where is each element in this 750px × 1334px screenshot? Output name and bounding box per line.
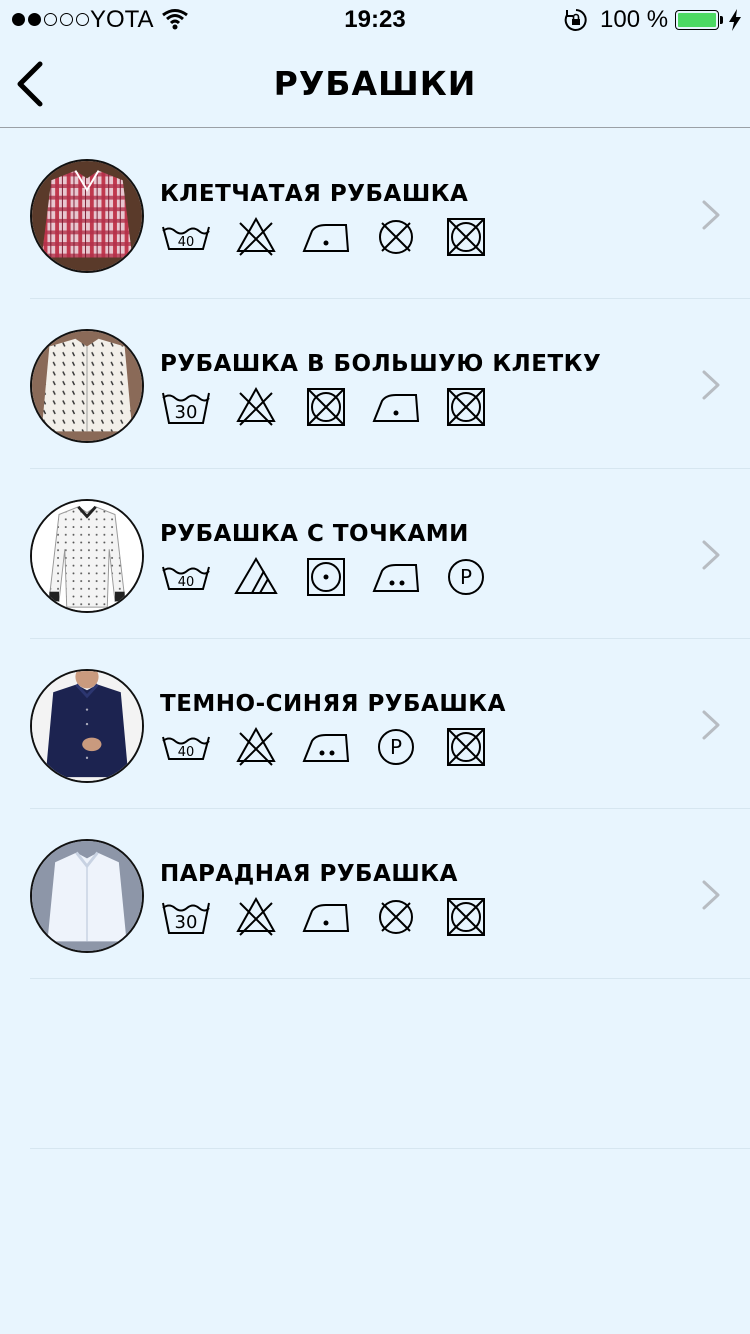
svg-text:30: 30 — [175, 912, 198, 933]
chevron-right-icon[interactable] — [700, 199, 722, 231]
do-not-bleach-icon — [236, 216, 276, 256]
battery-icon — [675, 10, 719, 30]
care-icons: 40 P — [160, 555, 492, 597]
rotation-lock-icon — [564, 9, 587, 31]
list-item[interactable]: КЛЕТЧАТАЯ РУБАШКА 40 — [0, 129, 750, 299]
navy-shirt-photo — [30, 669, 144, 783]
chevron-right-icon[interactable] — [700, 539, 722, 571]
dry-clean-p-icon: P — [378, 729, 414, 765]
item-title: ТЕМНО-СИНЯЯ РУБАШКА — [160, 691, 506, 717]
wash-30-icon: 30 — [162, 392, 210, 424]
list-item[interactable]: РУБАШКА С ТОЧКАМИ 40 P — [0, 469, 750, 639]
do-not-bleach-icon — [236, 896, 276, 936]
iron-medium-icon — [302, 734, 350, 762]
status-bar: YOTA 19:23 100 % — [0, 0, 750, 40]
chevron-right-icon[interactable] — [700, 879, 722, 911]
do-not-tumble-dry-icon — [447, 218, 485, 256]
do-not-tumble-dry-icon — [447, 898, 485, 936]
item-title: РУБАШКА С ТОЧКАМИ — [160, 521, 469, 547]
care-icons: 30 — [160, 895, 492, 937]
white-patterned-shirt-photo — [30, 329, 144, 443]
svg-text:30: 30 — [175, 402, 198, 423]
page-title: РУБАШКИ — [273, 64, 477, 103]
plaid-shirt-photo — [30, 159, 144, 273]
do-not-tumble-dry-icon — [447, 728, 485, 766]
white-dress-shirt-photo — [30, 839, 144, 953]
do-not-tumble-dry-icon — [447, 388, 485, 426]
shirt-list: КЛЕТЧАТАЯ РУБАШКА 40 РУБАШКА В БОЛЬШУЮ К… — [0, 129, 750, 1149]
wash-40-icon: 40 — [162, 736, 210, 760]
svg-text:P: P — [460, 565, 472, 589]
do-not-dry-clean-icon — [379, 900, 413, 934]
iron-low-icon — [302, 224, 350, 252]
chevron-right-icon[interactable] — [700, 369, 722, 401]
item-title: КЛЕТЧАТАЯ РУБАШКА — [160, 181, 469, 207]
care-icons: 40 P — [160, 725, 492, 767]
tumble-dry-low-icon — [307, 558, 345, 596]
navigation-bar: РУБАШКИ — [0, 40, 750, 128]
svg-text:40: 40 — [178, 745, 195, 760]
chevron-right-icon[interactable] — [700, 709, 722, 741]
wash-40-icon: 40 — [162, 226, 210, 250]
wash-40-icon: 40 — [162, 566, 210, 590]
svg-text:40: 40 — [178, 575, 195, 590]
care-icons: 40 — [160, 215, 492, 257]
care-icons: 30 — [160, 385, 492, 427]
svg-text:P: P — [390, 735, 402, 759]
do-not-bleach-icon — [236, 726, 276, 766]
list-item[interactable]: РУБАШКА В БОЛЬШУЮ КЛЕТКУ 30 — [0, 299, 750, 469]
iron-low-icon — [302, 904, 350, 932]
item-title: РУБАШКА В БОЛЬШУЮ КЛЕТКУ — [160, 351, 602, 377]
do-not-bleach-icon — [236, 386, 276, 426]
charging-bolt-icon — [729, 9, 741, 31]
item-title: ПАРАДНАЯ РУБАШКА — [160, 861, 458, 887]
do-not-tumble-dry-icon — [307, 388, 345, 426]
iron-low-icon — [372, 394, 420, 422]
battery-percent: 100 % — [600, 6, 669, 33]
list-item[interactable]: ТЕМНО-СИНЯЯ РУБАШКА 40 P — [0, 639, 750, 809]
non-chlorine-bleach-icon — [234, 557, 278, 594]
iron-medium-icon — [372, 564, 420, 592]
list-item[interactable]: ПАРАДНАЯ РУБАШКА 30 — [0, 809, 750, 979]
do-not-dry-clean-icon — [379, 220, 413, 254]
svg-text:40: 40 — [178, 235, 195, 250]
empty-list-row — [0, 979, 750, 1149]
white-dotted-shirt-photo — [30, 499, 144, 613]
dry-clean-p-icon: P — [448, 559, 484, 595]
wash-30-icon: 30 — [162, 902, 210, 934]
